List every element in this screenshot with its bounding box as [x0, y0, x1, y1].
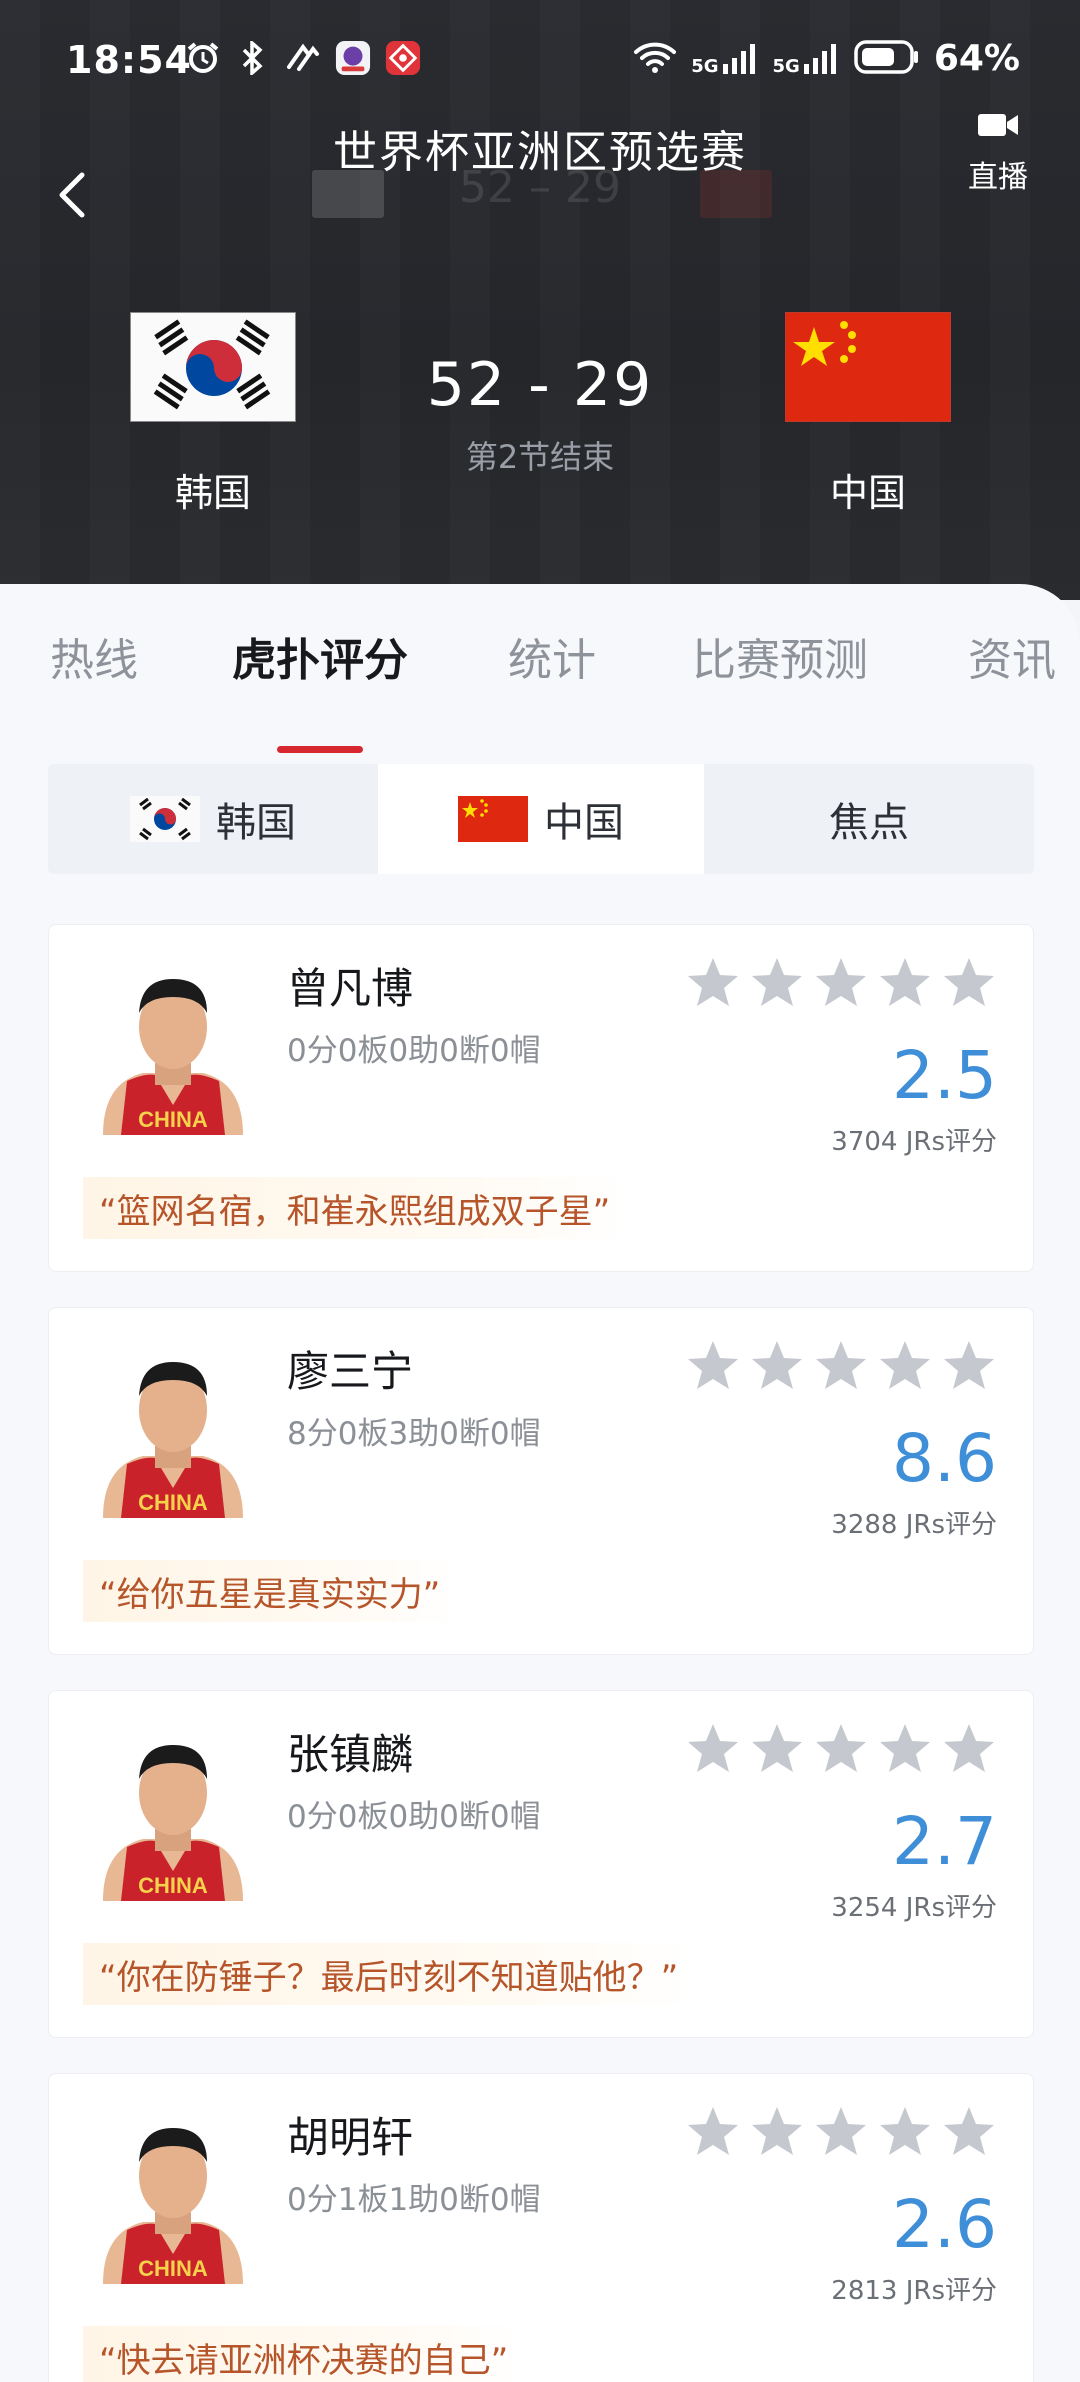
star-icon[interactable] [877, 2104, 933, 2164]
star-icon[interactable] [749, 955, 805, 1015]
tab-hupu-rating[interactable]: 虎扑评分 [232, 624, 408, 688]
featured-comment[interactable]: “给你五星是真实实力” [83, 1560, 457, 1622]
player-name: 张镇麟 [287, 1730, 414, 1779]
ghost-score: 52 – 29 [459, 162, 621, 213]
tab-prediction[interactable]: 比赛预测 [692, 624, 868, 688]
star-icon[interactable] [941, 1338, 997, 1398]
player-stats: 0分0板0助0断0帽 [287, 1799, 541, 1835]
player-rating: 2.7 [892, 1803, 997, 1880]
app-badge-red [385, 40, 421, 76]
star-icon[interactable] [877, 955, 933, 1015]
status-time: 18:54 [66, 38, 192, 82]
signal-icon-2: 5G [773, 42, 840, 76]
player-avatar: CHINA [83, 1338, 263, 1518]
player-rating: 2.5 [892, 1037, 997, 1114]
player-name: 曾凡博 [287, 964, 414, 1013]
player-name: 胡明轩 [287, 2113, 414, 2162]
rating-count: 3254 JRs评分 [831, 1893, 997, 1923]
status-icons-left [185, 40, 421, 76]
app-badge-purple [335, 40, 371, 76]
star-icon[interactable] [685, 1721, 741, 1781]
ghost-china-flag [700, 170, 772, 218]
star-icon[interactable] [813, 1721, 869, 1781]
star-icon[interactable] [877, 1338, 933, 1398]
segment-korea-label: 韩国 [216, 800, 296, 846]
battery-percent: 64% [933, 38, 1020, 79]
tab-statistics[interactable]: 统计 [508, 624, 596, 688]
featured-comment[interactable]: “快去请亚洲杯决赛的自己” [83, 2326, 525, 2382]
korea-flag-small [130, 796, 200, 842]
star-icon[interactable] [749, 2104, 805, 2164]
star-icon[interactable] [685, 955, 741, 1015]
player-card[interactable]: CHINA 胡明轩 0分1板1助0断0帽 2.6 2813 JRs评分 “快去请… [48, 2073, 1034, 2382]
rating-count: 3704 JRs评分 [831, 1127, 997, 1157]
player-name: 廖三宁 [287, 1347, 414, 1396]
segment-focus[interactable]: 焦点 [704, 764, 1034, 874]
star-icon[interactable] [941, 955, 997, 1015]
team-segment: 韩国 中国 焦点 [48, 764, 1034, 874]
tab-hotline[interactable]: 热线 [50, 624, 138, 688]
rating-count: 3288 JRs评分 [831, 1510, 997, 1540]
player-rating: 2.6 [892, 2186, 997, 2263]
tab-bar: 热线 虎扑评分 统计 比赛预测 资讯 [0, 624, 1080, 753]
star-icon[interactable] [749, 1338, 805, 1398]
collapsed-score-ghost: 52 – 29 [0, 162, 1080, 222]
rating-stars[interactable] [685, 2104, 997, 2164]
china-flag [785, 312, 951, 422]
tab-indicator [277, 746, 363, 753]
signal-5g-label-2: 5G [772, 55, 800, 77]
segment-china-label: 中国 [544, 800, 624, 846]
star-icon[interactable] [813, 2104, 869, 2164]
player-avatar: CHINA [83, 955, 263, 1135]
wifi-icon [633, 40, 677, 78]
star-icon[interactable] [813, 1338, 869, 1398]
jersey-text: CHINA [138, 1873, 208, 1898]
star-icon[interactable] [685, 2104, 741, 2164]
jersey-text: CHINA [138, 1490, 208, 1515]
segment-focus-label: 焦点 [829, 800, 909, 846]
player-rating: 8.6 [892, 1420, 997, 1497]
nfc-icon [285, 40, 321, 76]
bluetooth-icon [235, 40, 271, 76]
signal-5g-label: 5G [691, 55, 719, 77]
alarm-icon [185, 40, 221, 76]
china-flag-small [458, 796, 528, 842]
player-stats: 0分1板1助0断0帽 [287, 2182, 541, 2218]
signal-icon: 5G [691, 42, 758, 76]
star-icon[interactable] [813, 955, 869, 1015]
status-bar: 18:54 5G 5G 64% [0, 0, 1080, 120]
featured-comment[interactable]: “篮网名宿，和崔永熙组成双子星” [83, 1177, 627, 1239]
player-avatar: CHINA [83, 1721, 263, 1901]
player-stats: 0分0板0助0断0帽 [287, 1033, 541, 1069]
battery-icon [854, 39, 920, 79]
away-team-name: 中国 [829, 471, 906, 515]
star-icon[interactable] [941, 2104, 997, 2164]
away-team[interactable]: 中国 [785, 312, 951, 517]
rating-stars[interactable] [685, 1338, 997, 1398]
video-camera-icon [976, 114, 1020, 144]
jersey-text: CHINA [138, 1107, 208, 1132]
player-card[interactable]: CHINA 张镇麟 0分0板0助0断0帽 2.7 3254 JRs评分 “你在防… [48, 1690, 1034, 2038]
player-card[interactable]: CHINA 廖三宁 8分0板3助0断0帽 8.6 3288 JRs评分 “给你五… [48, 1307, 1034, 1655]
star-icon[interactable] [685, 1338, 741, 1398]
rating-stars[interactable] [685, 955, 997, 1015]
content-panel: 热线 虎扑评分 统计 比赛预测 资讯 韩国 中国 焦点 CHINA 曾凡博 0分… [0, 584, 1080, 2382]
rating-stars[interactable] [685, 1721, 997, 1781]
featured-comment[interactable]: “你在防锤子？最后时刻不知道贴他？” [83, 1943, 695, 2005]
star-icon[interactable] [941, 1721, 997, 1781]
segment-china[interactable]: 中国 [378, 764, 704, 874]
jersey-text: CHINA [138, 2256, 208, 2281]
player-stats: 8分0板3助0断0帽 [287, 1416, 541, 1452]
match-header: 18:54 5G 5G 64% 世界杯亚洲区预选赛 直播 52 – 29 韩国 … [0, 0, 1080, 600]
star-icon[interactable] [749, 1721, 805, 1781]
rating-count: 2813 JRs评分 [831, 2276, 997, 2306]
player-card[interactable]: CHINA 曾凡博 0分0板0助0断0帽 2.5 3704 JRs评分 “篮网名… [48, 924, 1034, 1272]
player-avatar: CHINA [83, 2104, 263, 2284]
status-icons-right: 5G 5G 64% [633, 38, 1020, 79]
segment-korea[interactable]: 韩国 [48, 764, 378, 874]
star-icon[interactable] [877, 1721, 933, 1781]
tab-news[interactable]: 资讯 [968, 624, 1056, 688]
